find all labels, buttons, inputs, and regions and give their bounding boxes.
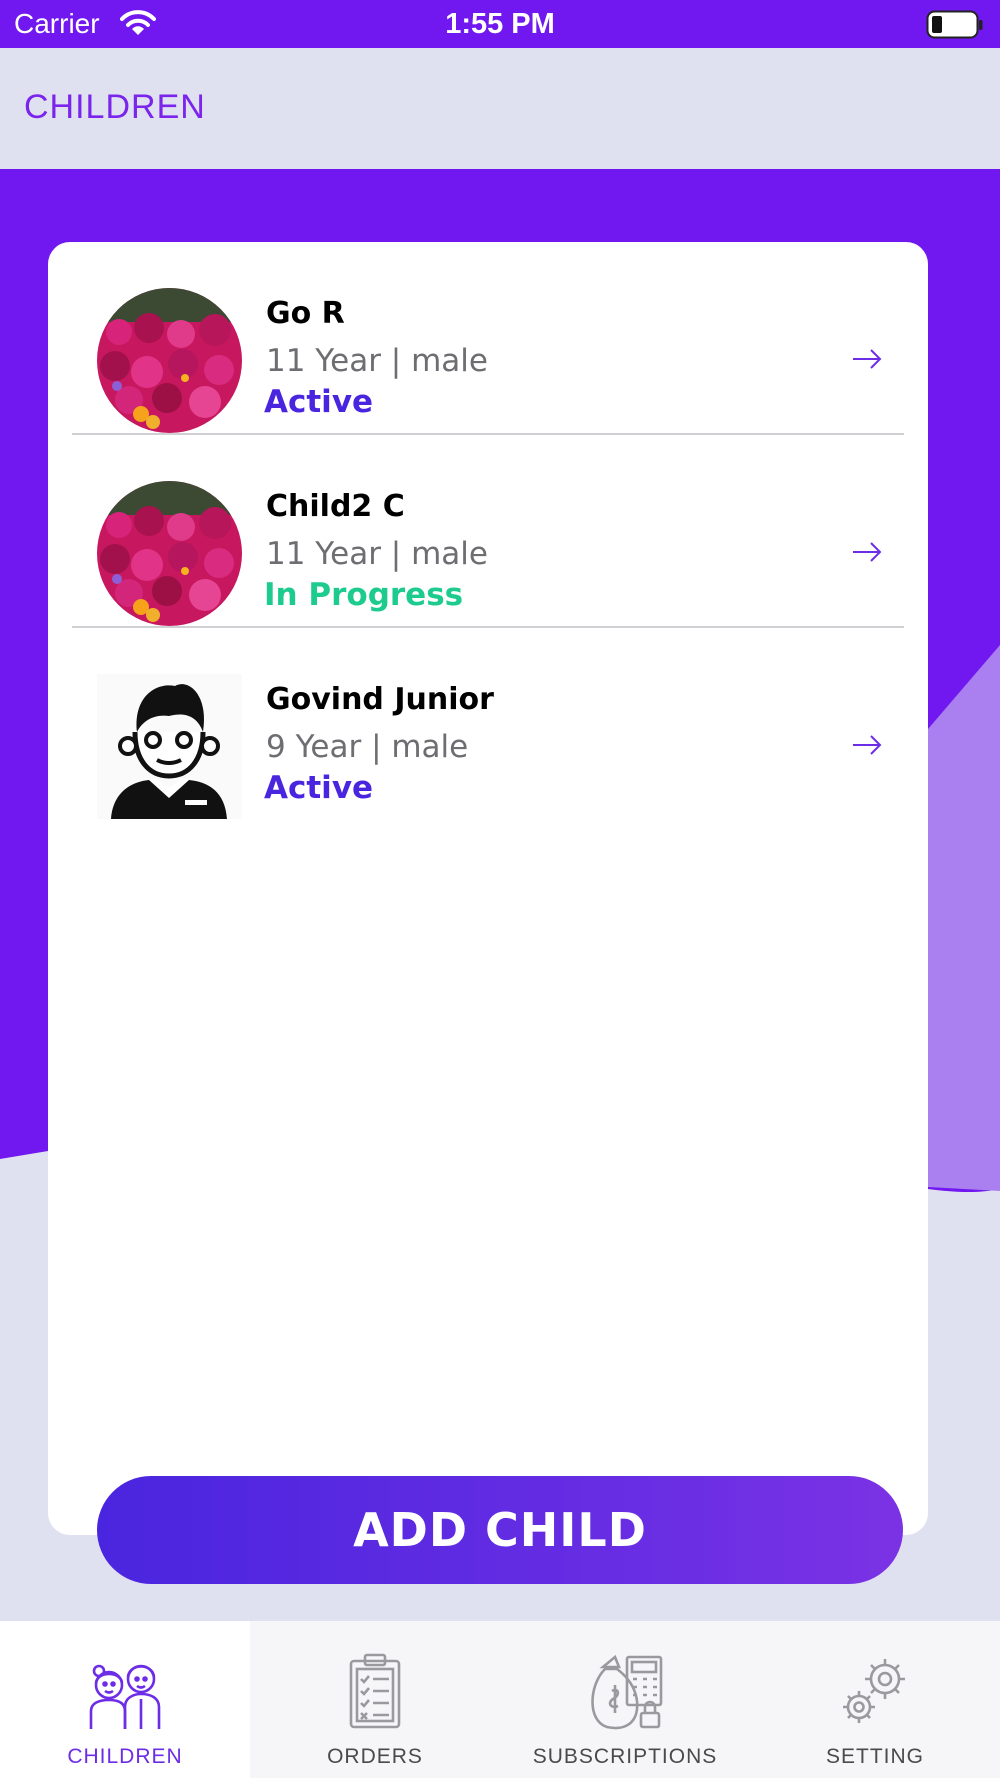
child-age-gender: 11 Year | male [266,343,488,379]
arrow-right-icon[interactable] [852,541,882,563]
add-child-button[interactable]: ADD CHILD [97,1476,903,1584]
child-name: Child2 C [266,489,405,524]
arrow-right-icon[interactable] [852,348,882,370]
battery-icon [926,10,983,39]
header: CHILDREN [0,48,1000,169]
tab-children[interactable]: CHILDREN [0,1621,250,1778]
page-title: CHILDREN [24,88,206,126]
tab-setting[interactable]: SETTING [750,1621,1000,1778]
child-age-gender: 9 Year | male [266,729,469,765]
status-bar: Carrier 1:55 PM [0,0,1000,48]
money-calculator-icon [591,1654,663,1730]
tab-bar: CHILDREN ORDERS SUBSCRIPTIONS SETTING [0,1621,1000,1778]
tab-label: SETTING [825,1745,924,1768]
tab-subscriptions[interactable]: SUBSCRIPTIONS [500,1621,750,1778]
gears-icon [843,1659,905,1723]
child-row[interactable]: Go R 11 Year | male Active [72,242,904,435]
child-age-gender: 11 Year | male [266,536,488,572]
boy-cartoon-icon [97,674,242,819]
tab-orders[interactable]: ORDERS [250,1621,500,1778]
tab-label: SUBSCRIPTIONS [532,1745,718,1768]
flower-photo-avatar [97,481,242,626]
flower-photo-avatar [97,288,242,433]
child-row[interactable]: Child2 C 11 Year | male In Progress [72,435,904,628]
arrow-right-icon[interactable] [852,734,882,756]
children-icon [89,1664,161,1729]
child-name: Go R [266,296,345,331]
tab-label: CHILDREN [67,1745,183,1768]
child-name: Govind Junior [266,682,494,717]
child-row[interactable]: Govind Junior 9 Year | male Active [72,628,904,821]
children-list-card: Go R 11 Year | male Active Child2 C 11 Y… [48,242,928,1535]
tab-label: ORDERS [327,1745,423,1768]
clock: 1:55 PM [445,8,555,40]
child-status: Active [264,384,374,420]
clipboard-icon [349,1653,401,1729]
child-status: In Progress [264,577,464,613]
child-status: Active [264,770,374,806]
